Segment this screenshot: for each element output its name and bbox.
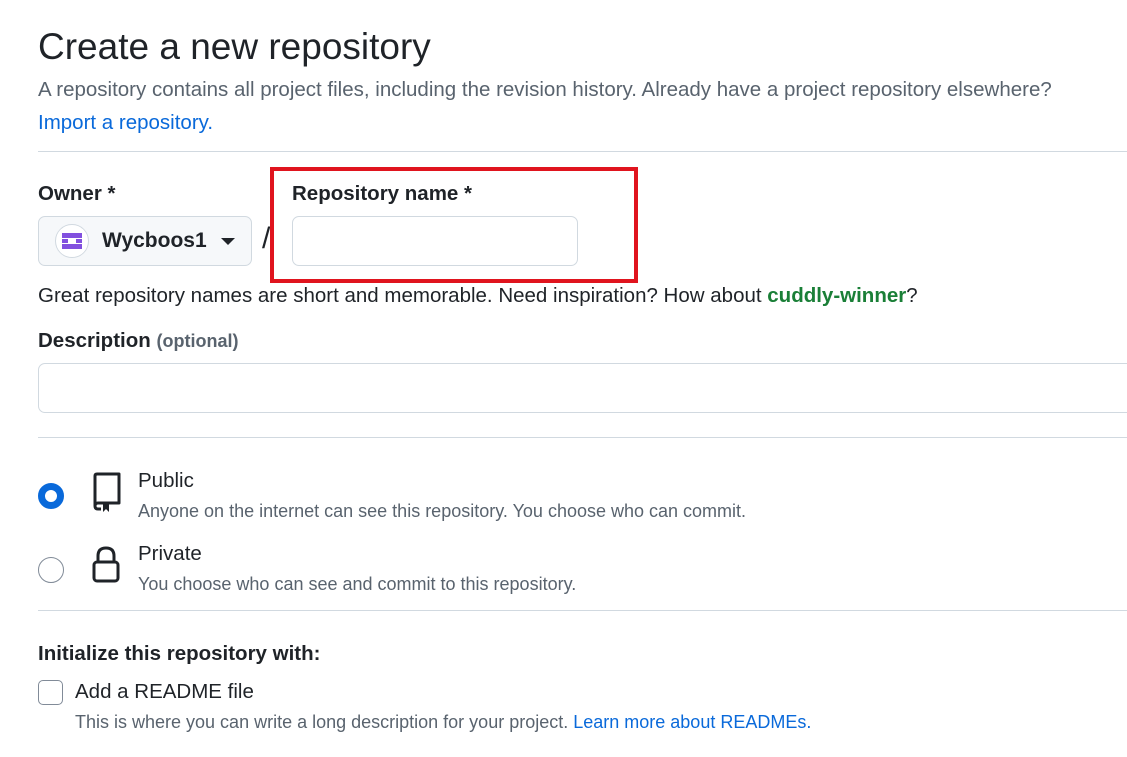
divider — [38, 151, 1127, 152]
highlight-box — [270, 167, 638, 283]
public-description: Anyone on the internet can see this repo… — [138, 501, 747, 521]
lock-icon — [92, 546, 120, 583]
readme-description-text: This is where you can write a long descr… — [75, 712, 574, 732]
description-input[interactable] — [38, 363, 1127, 413]
readme-description: This is where you can write a long descr… — [75, 712, 811, 733]
name-suggestion[interactable]: cuddly-winner — [767, 284, 906, 307]
description-label: Description (optional) — [38, 329, 238, 353]
owner-name: Wycboos1 — [102, 229, 207, 252]
owner-dropdown[interactable]: Wycboos1 — [38, 216, 252, 266]
hint-suffix: ? — [906, 284, 918, 307]
private-radio[interactable] — [38, 557, 64, 583]
owner-avatar — [55, 224, 89, 258]
public-title: Public — [138, 469, 194, 492]
readme-label[interactable]: Add a README file — [75, 680, 254, 704]
divider — [38, 610, 1127, 611]
divider — [38, 437, 1127, 438]
optional-tag: (optional) — [156, 331, 239, 351]
page-title: Create a new repository — [38, 26, 431, 67]
import-repository-link[interactable]: Import a repository. — [38, 111, 213, 135]
repo-icon — [93, 472, 121, 512]
chevron-down-icon — [220, 237, 235, 245]
identicon-icon — [57, 226, 87, 256]
public-radio[interactable] — [38, 483, 64, 509]
initialize-heading: Initialize this repository with: — [38, 642, 321, 665]
readme-learn-more-link[interactable]: Learn more about READMEs. — [573, 712, 811, 732]
private-title: Private — [138, 542, 202, 565]
page-subtitle: A repository contains all project files,… — [38, 78, 1052, 101]
private-description: You choose who can see and commit to thi… — [138, 574, 577, 594]
hint-text: Great repository names are short and mem… — [38, 284, 768, 307]
owner-label: Owner * — [38, 182, 116, 205]
readme-checkbox[interactable] — [38, 680, 63, 705]
name-hint: Great repository names are short and mem… — [38, 284, 918, 308]
description-label-text: Description — [38, 329, 151, 352]
